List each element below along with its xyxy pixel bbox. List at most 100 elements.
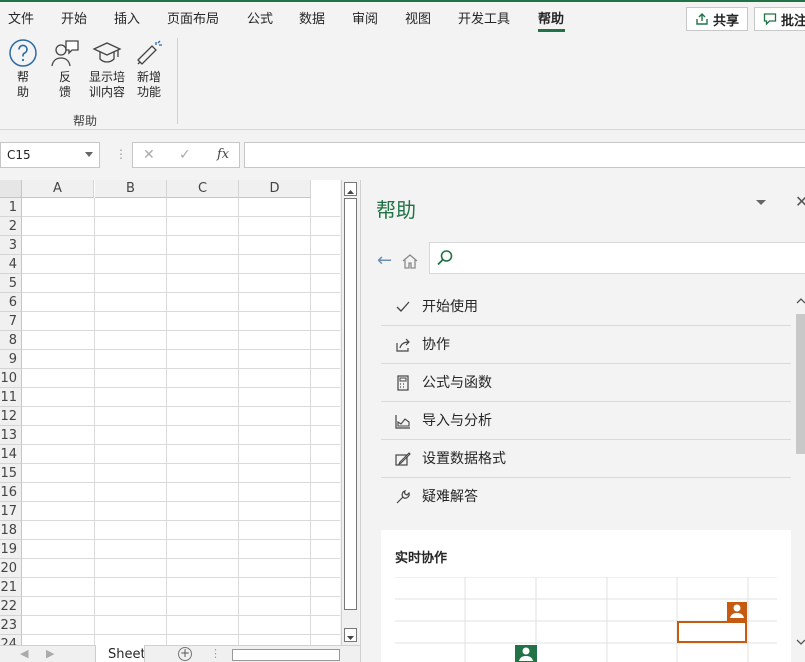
formula-buttons: ✕ ✓ fx [132, 142, 240, 168]
help-topic-formatting[interactable]: 设置数据格式 [381, 440, 791, 478]
row-header-24[interactable]: 24 [0, 635, 22, 645]
feedback-label-2: 馈 [58, 85, 71, 99]
horizontal-scrollbar[interactable] [232, 649, 340, 661]
help-topic-collaborate[interactable]: 协作 [381, 326, 791, 364]
row-header-3[interactable]: 3 [0, 236, 22, 255]
tab-formulas[interactable]: 公式 [247, 8, 273, 27]
tab-data[interactable]: 数据 [299, 8, 325, 27]
scroll-up-arrow[interactable] [344, 182, 357, 196]
training-label-1: 显示培 [88, 70, 125, 84]
row-gridline [22, 235, 340, 236]
whats-new-button[interactable]: 新增 功能 [132, 38, 166, 100]
row-header-5[interactable]: 5 [0, 274, 22, 293]
tab-view[interactable]: 视图 [405, 8, 431, 27]
select-all-corner[interactable] [0, 180, 22, 198]
row-gridline [22, 501, 340, 502]
scroll-thumb[interactable] [344, 198, 357, 610]
drag-handle-icon[interactable]: ⋮ [115, 147, 127, 161]
help-pane: 帮助 ✕ ← 开始使用 协作 公式与函数 导入与分析 设置数据格式 疑难解答 实… [360, 180, 805, 662]
name-box[interactable]: C15 [0, 142, 100, 168]
help-topic-label: 设置数据格式 [422, 451, 506, 467]
row-header-15[interactable]: 15 [0, 464, 22, 483]
next-sheet-icon[interactable]: ▶ [46, 647, 54, 660]
checkmark-icon [396, 301, 410, 312]
close-icon[interactable]: ✕ [795, 192, 805, 211]
chevron-down-icon[interactable] [85, 152, 93, 157]
row-header-4[interactable]: 4 [0, 255, 22, 274]
tab-file[interactable]: 文件 [8, 8, 34, 27]
sheet-tab[interactable]: Sheet1 [95, 645, 145, 662]
search-icon [437, 250, 453, 266]
row-header-14[interactable]: 14 [0, 445, 22, 464]
insert-function-icon[interactable]: fx [217, 147, 229, 162]
row-header-16[interactable]: 16 [0, 483, 22, 502]
row-gridline [22, 425, 340, 426]
row-gridline [22, 539, 340, 540]
row-header-12[interactable]: 12 [0, 407, 22, 426]
share-icon [696, 13, 708, 25]
enter-icon[interactable]: ✓ [179, 147, 191, 163]
row-header-21[interactable]: 21 [0, 578, 22, 597]
row-header-2[interactable]: 2 [0, 217, 22, 236]
row-gridline [22, 406, 340, 407]
column-header-c[interactable]: C [167, 180, 239, 198]
help-topic-troubleshoot[interactable]: 疑难解答 [381, 478, 791, 516]
pane-scroll-thumb[interactable] [796, 314, 805, 454]
row-header-17[interactable]: 17 [0, 502, 22, 521]
back-arrow-icon[interactable]: ← [377, 250, 392, 271]
tab-review[interactable]: 审阅 [352, 8, 378, 27]
row-header-20[interactable]: 20 [0, 559, 22, 578]
cancel-icon[interactable]: ✕ [143, 147, 155, 163]
tab-split-handle-icon[interactable]: ⋮ [210, 647, 221, 660]
tab-help[interactable]: 帮助 [538, 8, 564, 27]
worksheet-grid[interactable]: ABCD 1 2 3 4 5 6 7 8 9 10 11 12 13 14 15 16 17 18 19 20 21 22… [0, 180, 340, 645]
comments-button[interactable]: 批注 [754, 7, 805, 31]
column-header-d[interactable]: D [239, 180, 311, 198]
help-topic-list: 开始使用 协作 公式与函数 导入与分析 设置数据格式 疑难解答 [381, 288, 791, 516]
pane-scrollbar[interactable] [796, 292, 805, 662]
help-topic-import-analyze[interactable]: 导入与分析 [381, 402, 791, 440]
row-header-6[interactable]: 6 [0, 293, 22, 312]
tab-developer[interactable]: 开发工具 [458, 8, 510, 27]
calculator-icon [397, 375, 409, 391]
home-icon[interactable] [401, 252, 419, 274]
column-header-a[interactable]: A [22, 180, 94, 198]
help-topic-get-started[interactable]: 开始使用 [381, 288, 791, 326]
wrench-icon [396, 490, 410, 504]
row-header-13[interactable]: 13 [0, 426, 22, 445]
help-search-input[interactable] [429, 242, 805, 274]
row-header-18[interactable]: 18 [0, 521, 22, 540]
row-header-19[interactable]: 19 [0, 540, 22, 559]
tab-page-layout[interactable]: 页面布局 [167, 8, 219, 27]
tab-home[interactable]: 开始 [61, 8, 87, 27]
row-header-11[interactable]: 11 [0, 388, 22, 407]
prev-sheet-icon[interactable]: ◀ [20, 647, 28, 660]
row-gridline [22, 387, 340, 388]
share-button[interactable]: 共享 [686, 7, 749, 31]
formula-input[interactable] [244, 142, 805, 168]
help-topic-formulas[interactable]: 公式与函数 [381, 364, 791, 402]
scroll-down-arrow[interactable] [344, 628, 357, 642]
triangle-down-icon [347, 636, 354, 640]
collaboration-card[interactable]: 实时协作 [381, 530, 791, 662]
add-sheet-icon[interactable]: + [178, 647, 192, 661]
row-header-23[interactable]: 23 [0, 616, 22, 635]
help-button[interactable]: 帮 助 [6, 38, 40, 100]
row-header-22[interactable]: 22 [0, 597, 22, 616]
triangle-up-icon [347, 190, 354, 194]
show-training-button[interactable]: 显示培 训内容 [86, 38, 128, 100]
row-gridline [22, 577, 340, 578]
tab-insert[interactable]: 插入 [114, 8, 140, 27]
pane-options-chevron-icon[interactable] [756, 200, 766, 205]
row-header-10[interactable]: 10 [0, 369, 22, 388]
column-header-b[interactable]: B [95, 180, 167, 198]
help-label-1: 帮 [16, 70, 29, 84]
feedback-button[interactable]: 反 馈 [47, 38, 83, 100]
help-topic-label: 协作 [422, 337, 450, 353]
vertical-scrollbar[interactable] [341, 180, 359, 645]
row-header-8[interactable]: 8 [0, 331, 22, 350]
row-header-7[interactable]: 7 [0, 312, 22, 331]
row-header-9[interactable]: 9 [0, 350, 22, 369]
row-header-1[interactable]: 1 [0, 198, 22, 217]
feedback-label-1: 反 [58, 70, 71, 84]
